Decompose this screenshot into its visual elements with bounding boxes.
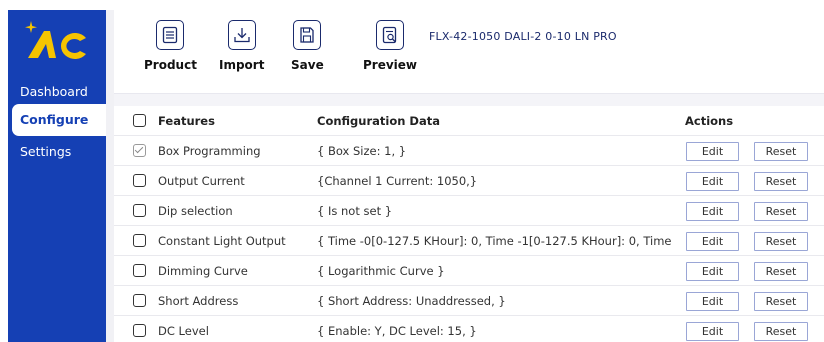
- feature-name: Short Address: [158, 294, 239, 308]
- feature-name: Box Programming: [158, 144, 261, 158]
- edit-button[interactable]: Edit: [686, 262, 739, 281]
- row-checkbox[interactable]: [133, 234, 146, 247]
- config-header: Configuration Data: [317, 114, 440, 128]
- reset-button[interactable]: Reset: [754, 142, 808, 161]
- config-data: {Channel 1 Current: 1050,}: [317, 174, 478, 188]
- product-button[interactable]: Product: [144, 20, 197, 72]
- feature-name: Dip selection: [158, 204, 233, 218]
- config-data: { Is not set }: [317, 204, 393, 218]
- table-row: Box Programming { Box Size: 1, } Edit Reset: [114, 136, 824, 166]
- row-checkbox[interactable]: [133, 264, 146, 277]
- content-gap: [106, 10, 114, 342]
- device-title: FLX-42-1050 DALI-2 0-10 LN PRO: [429, 30, 617, 43]
- table-row: Dimming Curve { Logarithmic Curve } Edit Re…: [114, 256, 824, 286]
- row-checkbox[interactable]: [133, 294, 146, 307]
- table-row: Constant Light Output { Time -0[0-127.5 K…: [114, 226, 824, 256]
- row-checkbox[interactable]: [133, 144, 146, 157]
- feature-name: Output Current: [158, 174, 245, 188]
- import-icon: [227, 20, 256, 50]
- sidebar: Dashboard Configure Settings: [8, 10, 106, 342]
- feature-name: Constant Light Output: [158, 234, 286, 248]
- reset-button[interactable]: Reset: [754, 322, 808, 341]
- config-data: { Time -0[0-127.5 KHour]: 0, Time -1[0-1…: [317, 234, 672, 248]
- feature-name: Dimming Curve: [158, 264, 248, 278]
- edit-button[interactable]: Edit: [686, 202, 739, 221]
- edit-button[interactable]: Edit: [686, 172, 739, 191]
- reset-button[interactable]: Reset: [754, 262, 808, 281]
- reset-button[interactable]: Reset: [754, 172, 808, 191]
- sidebar-item-settings[interactable]: Settings: [8, 136, 106, 168]
- preview-label: Preview: [363, 58, 418, 72]
- preview-button[interactable]: Preview: [363, 20, 417, 72]
- import-button[interactable]: Import: [219, 20, 264, 72]
- import-label: Import: [219, 58, 265, 72]
- edit-button[interactable]: Edit: [686, 142, 739, 161]
- sidebar-item-configure[interactable]: Configure: [12, 104, 106, 136]
- sparkle-icon: [25, 21, 37, 33]
- save-label: Save: [291, 58, 324, 72]
- table-row: Dip selection { Is not set } Edit Reset: [114, 196, 824, 226]
- preview-icon: [376, 20, 404, 50]
- top-strip: [0, 0, 824, 10]
- reset-button[interactable]: Reset: [754, 202, 808, 221]
- edit-button[interactable]: Edit: [686, 292, 739, 311]
- table-row: DC Level { Enable: Y, DC Level: 15, } Edit…: [114, 316, 824, 342]
- config-data: { Short Address: Unaddressed, }: [317, 294, 506, 308]
- section-divider: [114, 94, 824, 106]
- edit-button[interactable]: Edit: [686, 232, 739, 251]
- row-checkbox[interactable]: [133, 324, 146, 337]
- logo: [25, 21, 86, 60]
- select-all-checkbox[interactable]: [133, 114, 146, 127]
- save-icon: [293, 20, 322, 50]
- table-header: Features Configuration Data Actions: [114, 106, 824, 136]
- config-data: { Enable: Y, DC Level: 15, }: [317, 324, 477, 338]
- actions-header: Actions: [685, 114, 734, 128]
- config-data: { Box Size: 1, }: [317, 144, 407, 158]
- config-data: { Logarithmic Curve }: [317, 264, 445, 278]
- table-row: Output Current {Channel 1 Current: 1050,}…: [114, 166, 824, 196]
- row-checkbox[interactable]: [133, 174, 146, 187]
- edit-button[interactable]: Edit: [686, 322, 739, 341]
- feature-name: DC Level: [158, 324, 209, 338]
- features-header: Features: [158, 114, 215, 128]
- save-button[interactable]: Save: [291, 20, 324, 72]
- toolbar: Product Import Save Preview FLX-42-1050 …: [114, 10, 824, 94]
- document-icon: [156, 20, 185, 50]
- table-row: Short Address { Short Address: Unaddresse…: [114, 286, 824, 316]
- row-checkbox[interactable]: [133, 204, 146, 217]
- features-table: Features Configuration Data Actions Box …: [114, 106, 824, 342]
- reset-button[interactable]: Reset: [754, 232, 808, 251]
- reset-button[interactable]: Reset: [754, 292, 808, 311]
- product-label: Product: [144, 58, 197, 72]
